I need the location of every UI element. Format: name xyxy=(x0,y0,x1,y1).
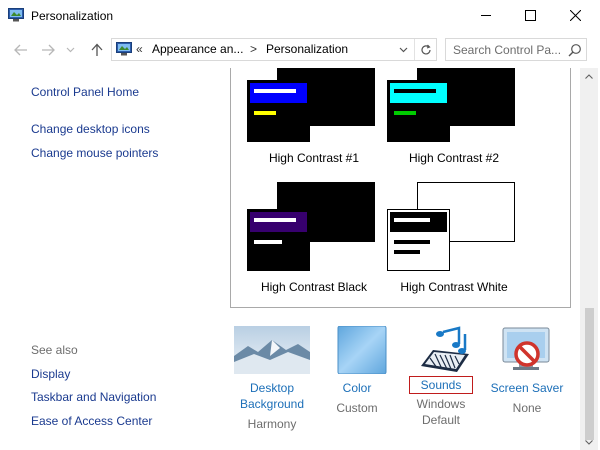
taskbar-navigation-link[interactable]: Taskbar and Navigation xyxy=(31,390,156,404)
desktop-background-label-line2[interactable]: Background xyxy=(227,396,317,412)
chevron-down-icon xyxy=(66,47,74,53)
forward-arrow-icon xyxy=(42,44,55,56)
back-arrow-icon xyxy=(14,44,27,56)
theme-label: High Contrast Black xyxy=(260,280,368,294)
scroll-up-button[interactable] xyxy=(580,68,598,84)
desktop-background-item[interactable]: Desktop Background Harmony xyxy=(227,326,317,432)
scrollbar-thumb[interactable] xyxy=(585,308,594,440)
color-icon xyxy=(319,325,395,375)
desktop-background-value: Harmony xyxy=(247,417,297,431)
chevron-up-icon xyxy=(585,73,593,79)
back-button[interactable] xyxy=(13,42,29,58)
minimize-icon xyxy=(481,15,491,16)
color-value: Custom xyxy=(336,401,378,415)
search-placeholder: Search Control Pa... xyxy=(453,43,562,57)
vertical-scrollbar[interactable] xyxy=(580,68,598,450)
control-panel-icon xyxy=(115,41,133,57)
theme-high-contrast-black[interactable]: High Contrast Black xyxy=(247,178,387,294)
theme-high-contrast-1[interactable]: High Contrast #1 xyxy=(247,68,387,178)
refresh-icon xyxy=(420,44,431,54)
up-arrow-icon xyxy=(91,43,103,56)
maximize-button[interactable] xyxy=(507,0,553,30)
sounds-icon xyxy=(403,326,479,374)
screen-saver-label[interactable]: Screen Saver xyxy=(482,380,572,396)
theme-front-window xyxy=(247,80,310,142)
sounds-value: Windows xyxy=(416,397,466,411)
theme-front-window xyxy=(387,80,450,142)
theme-label: High Contrast White xyxy=(400,280,508,294)
see-also-heading: See also xyxy=(31,343,78,357)
chevron-down-icon xyxy=(585,439,593,445)
theme-high-contrast-white[interactable]: High Contrast White xyxy=(387,178,527,294)
sounds-item[interactable]: Sounds Windows Default xyxy=(396,326,486,428)
address-bar[interactable]: « Appearance an... > Personalization xyxy=(111,38,437,61)
maximize-icon xyxy=(524,9,536,21)
change-desktop-icons-link[interactable]: Change desktop icons xyxy=(31,122,150,136)
breadcrumb-personalization[interactable]: Personalization xyxy=(266,42,348,56)
left-pane: Control Panel Home Change desktop icons … xyxy=(0,68,214,450)
theme-front-window xyxy=(247,209,310,271)
color-item[interactable]: Color Custom xyxy=(312,325,402,416)
screen-saver-value: None xyxy=(512,401,542,415)
forward-button[interactable] xyxy=(40,42,56,58)
theme-front-window xyxy=(387,209,450,271)
sounds-highlight-box[interactable]: Sounds xyxy=(408,376,474,394)
address-dropdown-button[interactable] xyxy=(395,40,411,59)
control-panel-icon xyxy=(8,8,24,22)
scroll-down-button[interactable] xyxy=(580,434,598,450)
breadcrumb-appearance[interactable]: Appearance an... xyxy=(152,42,243,56)
chevron-down-icon xyxy=(399,47,407,52)
close-icon xyxy=(569,9,581,21)
theme-list: High Contrast #1 High Contrast #2 High C… xyxy=(230,68,571,308)
desktop-background-label[interactable]: Desktop xyxy=(227,380,317,396)
search-icon[interactable] xyxy=(568,43,582,57)
screen-saver-icon xyxy=(489,326,565,374)
title-bar: Personalization xyxy=(0,0,600,32)
window-title: Personalization xyxy=(31,9,114,23)
control-panel-home-link[interactable]: Control Panel Home xyxy=(31,85,139,99)
close-button[interactable] xyxy=(552,0,598,30)
color-label[interactable]: Color xyxy=(312,380,402,396)
minimize-button[interactable] xyxy=(463,0,509,30)
ease-of-access-link[interactable]: Ease of Access Center xyxy=(31,414,152,428)
address-overflow[interactable]: « xyxy=(136,42,143,56)
change-mouse-pointers-link[interactable]: Change mouse pointers xyxy=(31,146,158,160)
recent-locations-button[interactable] xyxy=(64,42,76,58)
sounds-value-line2: Default xyxy=(421,413,461,427)
up-button[interactable] xyxy=(89,42,105,58)
display-link[interactable]: Display xyxy=(31,367,70,381)
theme-high-contrast-2[interactable]: High Contrast #2 xyxy=(387,68,527,178)
theme-label: High Contrast #1 xyxy=(268,151,360,165)
desktop-background-icon xyxy=(234,326,310,374)
theme-label: High Contrast #2 xyxy=(408,151,500,165)
search-box[interactable]: Search Control Pa... xyxy=(445,38,587,61)
refresh-button[interactable] xyxy=(414,39,436,60)
screen-saver-item[interactable]: Screen Saver None xyxy=(482,326,572,416)
breadcrumb-separator[interactable]: > xyxy=(250,42,257,56)
sounds-label[interactable]: Sounds xyxy=(421,377,462,393)
